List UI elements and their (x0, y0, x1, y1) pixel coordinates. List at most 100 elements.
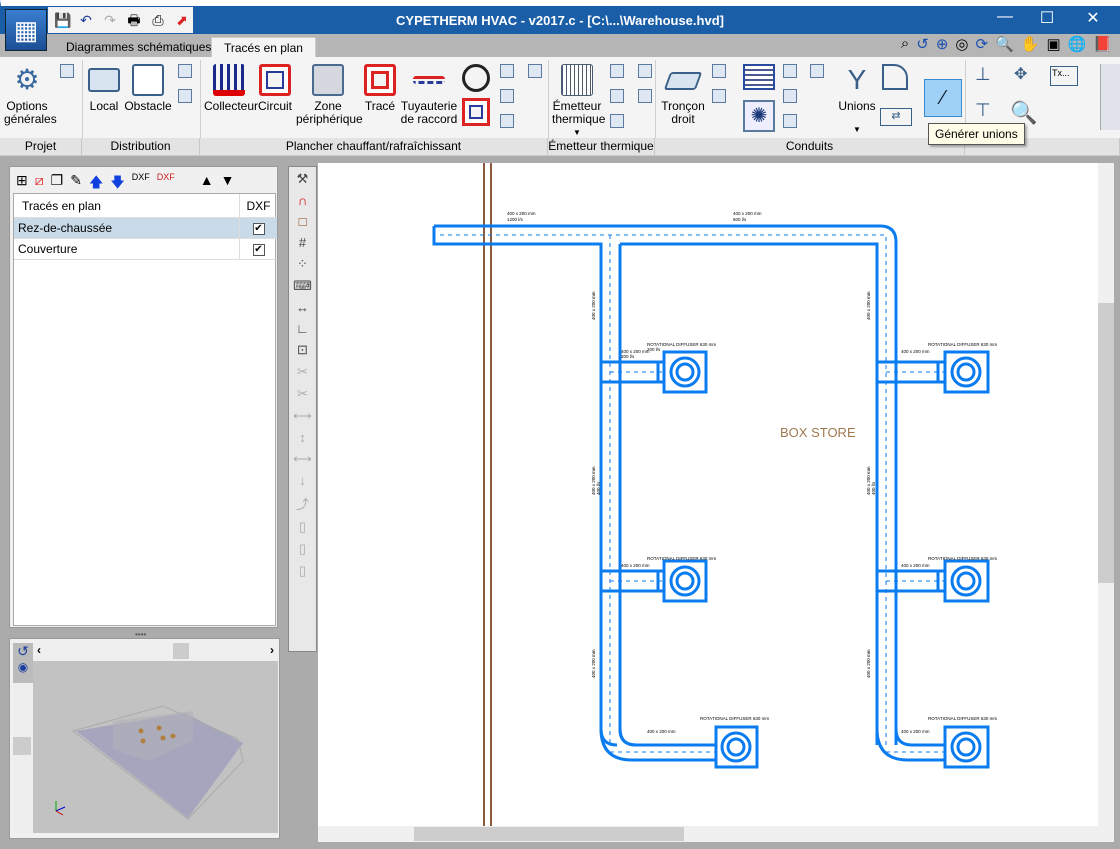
snap-point-icon[interactable]: ⁘ (297, 256, 308, 272)
unions-button[interactable]: Y Unions ▼ (836, 64, 878, 136)
circuit-delete-icon[interactable] (528, 64, 542, 78)
close-button[interactable]: ✕ (1070, 8, 1116, 28)
troncon-droit-button[interactable]: Tronçon droit (660, 64, 706, 126)
3d-hscroll-thumb[interactable] (173, 643, 189, 659)
horizontal-scrollbar[interactable] (318, 826, 1114, 842)
print-icon[interactable]: 🖶 (126, 12, 142, 28)
scroll-right-icon[interactable]: › (270, 643, 274, 657)
trim-icon[interactable]: ✂ (297, 364, 308, 380)
horizontal-scroll-thumb[interactable] (414, 827, 684, 841)
redo-icon[interactable]: ↷ (102, 12, 118, 28)
terminal-list-icon[interactable] (783, 114, 797, 128)
move-left-icon[interactable]: ⟷ (293, 451, 312, 467)
section3-icon[interactable]: ▯ (299, 563, 306, 579)
maximize-button[interactable]: ☐ (1024, 8, 1070, 28)
circuit-button[interactable]: Circuit (257, 64, 293, 113)
move-text-icon[interactable]: ✥ (1014, 64, 1027, 84)
minimize-button[interactable]: — (982, 8, 1028, 26)
text-box-icon[interactable]: Tx... (1050, 66, 1078, 86)
table-row[interactable]: Couverture ✔ (14, 239, 277, 260)
diffuser-icon[interactable]: ✺ (743, 100, 775, 132)
emitter-settings-icon[interactable] (610, 64, 624, 78)
vertical-scroll-thumb[interactable] (1098, 303, 1114, 583)
circuit-window-icon[interactable] (500, 89, 514, 103)
emitter-list-icon[interactable] (610, 114, 624, 128)
circuit-settings-icon[interactable] (500, 64, 514, 78)
section2-icon[interactable]: ▯ (299, 541, 306, 557)
obstacle-button[interactable]: Obstacle (124, 64, 172, 113)
zoom-x2-icon[interactable]: ◎ (955, 35, 968, 53)
emitter-window-icon[interactable] (638, 89, 652, 103)
3d-horizontal-scrollbar[interactable]: ‹ › (33, 643, 278, 661)
3d-vscroll-thumb[interactable] (13, 737, 31, 755)
rectangle-icon[interactable]: □ (299, 214, 307, 229)
3d-viewport[interactable] (33, 661, 278, 833)
move-down-icon[interactable]: ⊥ (975, 64, 991, 85)
generer-unions-button[interactable]: ⁄ (924, 79, 962, 117)
app-menu-button[interactable]: ▦ (5, 9, 47, 51)
terminal-edit-icon[interactable] (783, 64, 797, 78)
dxf-checkbox[interactable]: ✔ (252, 243, 265, 256)
calculator-icon[interactable] (178, 64, 192, 78)
zoom-window-icon[interactable]: 🔍 (995, 35, 1014, 53)
window-icon[interactable]: ▣ (1046, 35, 1060, 53)
edit-icon[interactable] (60, 64, 74, 78)
plan-drawing[interactable]: 400 x 200 mm1200 l/s 400 x 200 mm600 l/s… (318, 163, 1098, 826)
redraw-icon[interactable]: ⟳ (975, 35, 988, 53)
tuyauterie-de-raccord-button[interactable]: Tuyauterie de raccord (400, 64, 458, 126)
plan-canvas[interactable]: 400 x 200 mm 1200 l/s 400 x 200 mm 600 l/s… (318, 163, 1098, 826)
help-book-icon[interactable]: 📕 (1093, 35, 1112, 53)
local-button[interactable]: Local (86, 64, 122, 113)
duct-settings-icon[interactable] (712, 64, 726, 78)
tab-diagrammes-schematiques[interactable]: Diagrammes schématiques (54, 37, 223, 58)
emitter-save-icon[interactable] (638, 64, 652, 78)
grille-icon[interactable] (743, 64, 775, 90)
collecteur-button[interactable]: Collecteur (204, 64, 258, 113)
extend-icon[interactable]: ✂ (297, 386, 308, 402)
zone-peripherique-button[interactable]: Zone périphérique (296, 64, 363, 126)
find-icon[interactable]: ⌕ (901, 35, 909, 53)
move-vertical-icon[interactable]: ↕ (299, 430, 306, 445)
dimension-icon[interactable]: ↔ (296, 300, 309, 315)
rotate-icon[interactable]: ↺ (13, 643, 33, 660)
pan-icon[interactable]: ✋ (1021, 35, 1040, 53)
move-up-icon[interactable]: ⊤ (975, 100, 991, 121)
window-small-icon[interactable] (178, 89, 192, 103)
elbow-icon[interactable] (882, 64, 908, 90)
angle-icon[interactable]: ∟ (296, 321, 309, 336)
emitter-edit-icon[interactable] (610, 89, 624, 103)
eye-icon[interactable]: ◉ (13, 660, 33, 674)
circuit-list-icon[interactable] (500, 114, 514, 128)
undo-icon[interactable]: ↶ (78, 12, 94, 28)
duct-window-icon[interactable] (712, 89, 726, 103)
terminal-settings-icon[interactable] (810, 64, 824, 78)
section-icon[interactable]: ▯ (299, 519, 306, 535)
save-icon[interactable]: 💾 (54, 12, 71, 28)
export-icon[interactable]: ⬈ (174, 12, 190, 28)
dxf-checkbox[interactable]: ✔ (252, 222, 265, 235)
magnet-icon[interactable]: ∩ (298, 193, 307, 208)
trace-button[interactable]: Tracé (362, 64, 398, 113)
tools-icon[interactable]: ⚒ (297, 171, 309, 187)
zoom-previous-icon[interactable]: ↺ (916, 35, 929, 53)
ribbon-overflow[interactable] (1100, 64, 1120, 130)
options-generales-button[interactable]: ⚙ Options générales (4, 64, 57, 126)
swap-icon[interactable]: ⇄ (880, 108, 912, 126)
duct-network[interactable] (432, 224, 990, 769)
grid-icon[interactable]: # (299, 235, 306, 250)
move-right-icon[interactable]: ⟷ (293, 408, 312, 424)
tab-traces-en-plan[interactable]: Tracés en plan (211, 37, 316, 58)
layers-icon[interactable]: ⊡ (297, 342, 308, 358)
scroll-left-icon[interactable]: ‹ (37, 643, 41, 657)
move-down-icon[interactable]: ↓ (299, 473, 306, 488)
rotate-circuit-icon[interactable] (462, 64, 490, 92)
keyboard-icon[interactable]: ⌨ (293, 278, 312, 294)
zoom-extents-icon[interactable]: ⊕ (936, 35, 949, 53)
emetteur-thermique-button[interactable]: Émetteur thermique ▼ (552, 64, 605, 139)
generate-circuit-icon[interactable] (462, 98, 490, 126)
globe-icon[interactable]: 🌐 (1068, 35, 1087, 53)
connect-icon[interactable]: ⤴ (296, 494, 309, 513)
vertical-scrollbar[interactable] (1098, 163, 1114, 826)
print-preview-icon[interactable]: ⎙ (150, 12, 166, 28)
terminal-delete-icon[interactable] (783, 89, 797, 103)
